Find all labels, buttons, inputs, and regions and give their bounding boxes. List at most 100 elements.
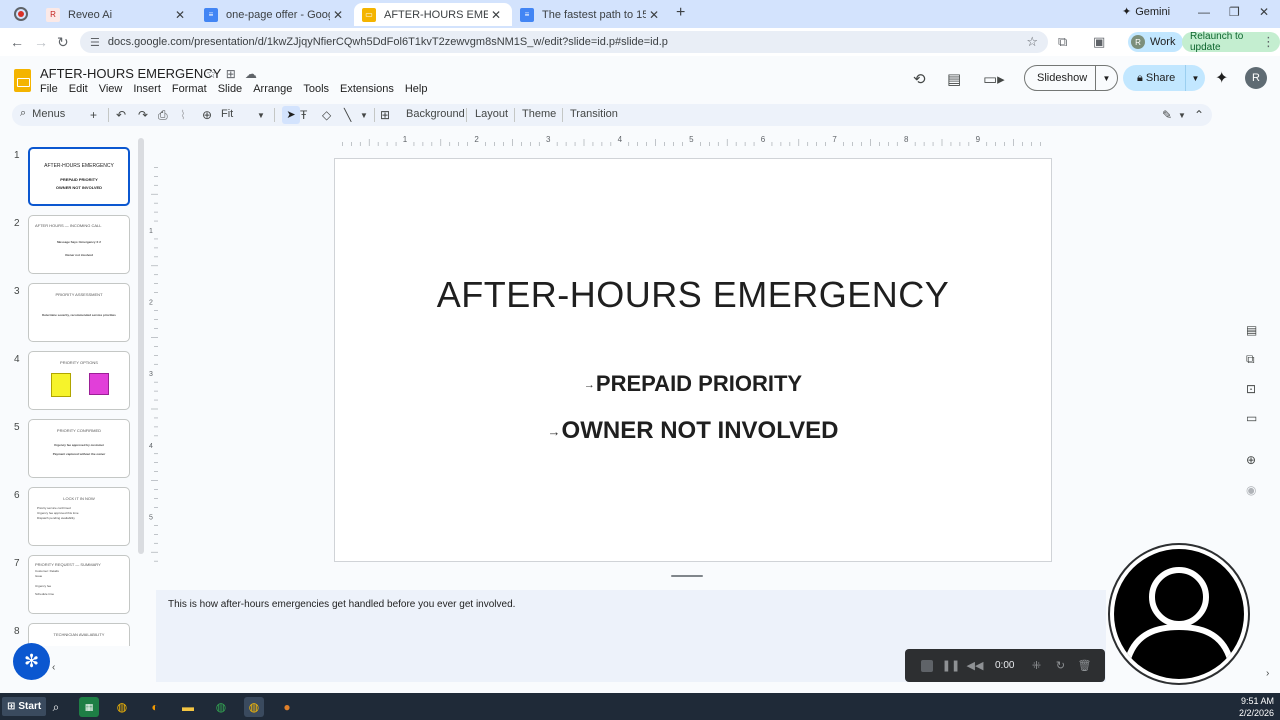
site-info-icon[interactable]: ☰ [90, 36, 100, 49]
star-icon[interactable]: ☆ [206, 67, 217, 81]
slideshow-dropdown-icon[interactable]: ▼ [1095, 66, 1117, 90]
webcam-bubble[interactable] [1108, 543, 1250, 685]
collapse-filmstrip-icon[interactable]: ‹ [52, 662, 55, 673]
close-window-icon[interactable]: ✕ [1259, 5, 1269, 19]
slide-thumbnail-4[interactable]: PRIORITY OPTIONS [28, 351, 130, 410]
zoom-select[interactable]: Fit [221, 108, 233, 120]
rewind-icon[interactable]: ◀◀ [963, 659, 987, 672]
new-tab-button[interactable]: + [676, 4, 685, 22]
search-icon[interactable]: ⌕ [46, 697, 66, 717]
text-box-icon[interactable]: Ŧ [300, 108, 307, 122]
tab-one-page-offer[interactable]: ≡ one-page offer - Google Docs ✕ [196, 3, 354, 26]
zoom-icon[interactable]: ⊕ [202, 108, 212, 122]
paint-format-icon[interactable]: ⌇ [180, 108, 186, 122]
restart-icon[interactable]: ↻ [1048, 659, 1072, 672]
theme-button[interactable]: Theme [522, 108, 556, 120]
layout-button[interactable]: Layout [475, 108, 508, 120]
firefox-app-icon[interactable]: ◐ [145, 697, 165, 717]
tab-after-hours-emergency[interactable]: ▭ AFTER-HOURS EMERGENCY - G ✕ [354, 3, 512, 26]
mode-dropdown-icon[interactable]: ▼ [1178, 111, 1186, 120]
menu-edit[interactable]: Edit [69, 83, 88, 95]
bookmark-star-icon[interactable]: ☆ [1026, 34, 1038, 50]
slide-thumbnail-6[interactable]: LOCK IT IN NOW Priority service confirme… [28, 487, 130, 546]
line-icon[interactable]: ╲ [344, 108, 351, 122]
menu-arrange[interactable]: Arrange [253, 83, 292, 95]
undo-icon[interactable]: ↶ [116, 108, 126, 122]
profile-work-button[interactable]: R Work [1128, 32, 1184, 52]
menu-view[interactable]: View [99, 83, 123, 95]
meet-camera-icon[interactable]: ▭▸ [983, 70, 1005, 88]
recorder-app-icon[interactable]: ● [277, 697, 297, 717]
extensions-icon[interactable]: ⧉ [1058, 34, 1067, 50]
chrome-active-app-icon[interactable]: ◍ [244, 697, 264, 717]
slide-thumbnail-7[interactable]: PRIORITY REQUEST — SUMMARY Customer: Det… [28, 555, 130, 614]
contacts-icon[interactable]: ⊡ [1246, 382, 1256, 396]
account-avatar[interactable]: R [1245, 67, 1267, 89]
menu-slide[interactable]: Slide [218, 83, 242, 95]
line-dropdown-icon[interactable]: ▼ [360, 111, 368, 120]
gemini-button[interactable]: ✦ Gemini [1122, 5, 1170, 19]
document-title[interactable]: AFTER-HOURS EMERGENCY [40, 66, 221, 81]
zoom-dropdown-icon[interactable]: ▼ [257, 111, 265, 120]
close-tab-icon[interactable]: ✕ [172, 8, 188, 22]
tab-fastest-path[interactable]: ≡ The fastest path to 15 deals in ✕ [512, 3, 670, 26]
image-shape-icon[interactable]: ◇ [322, 108, 331, 122]
notes-resize-handle[interactable] [671, 575, 703, 577]
select-cursor-icon[interactable]: ➤ [282, 106, 300, 124]
gemini-sidebar-icon[interactable]: ✦ [1215, 68, 1228, 88]
current-slide[interactable]: AFTER-HOURS EMERGENCY →PREPAID PRIORITY … [334, 158, 1052, 562]
chrome-app-icon[interactable]: ◍ [112, 697, 132, 717]
share-dropdown-icon[interactable]: ▼ [1185, 65, 1205, 91]
slide-thumbnail-3[interactable]: PRIORITY ASSESSMENT Determine severity, … [28, 283, 130, 342]
system-clock[interactable]: 9:51 AM 2/2/2026 [1239, 695, 1274, 719]
menu-format[interactable]: Format [172, 83, 207, 95]
drive-folder-icon[interactable]: ▭ [1246, 411, 1257, 425]
pause-icon[interactable]: ❚❚ [939, 659, 963, 672]
reload-icon[interactable]: ↻ [57, 34, 69, 51]
restore-window-icon[interactable]: ❐ [1229, 5, 1240, 19]
close-tab-icon[interactable]: ✕ [330, 8, 346, 22]
background-button[interactable]: Background [406, 108, 465, 120]
slide-title[interactable]: AFTER-HOURS EMERGENCY [335, 274, 1051, 316]
menu-insert[interactable]: Insert [133, 83, 161, 95]
speaker-notes-text[interactable]: This is how after-hours emergencies get … [168, 599, 515, 610]
menu-file[interactable]: File [40, 83, 58, 95]
search-menus-button[interactable]: ⌕ Menus [20, 107, 65, 120]
bullet-prepaid-priority[interactable]: →PREPAID PRIORITY [335, 371, 1051, 397]
delete-icon[interactable]: 🗑︎ [1072, 659, 1096, 672]
collapse-toolbar-icon[interactable]: ⌃ [1194, 108, 1204, 122]
share-button[interactable]: 🔒︎ Share ▼ [1123, 65, 1205, 91]
sheets-app-icon[interactable]: ▦ [79, 697, 99, 717]
circle-addon-icon[interactable]: ◉ [1246, 483, 1256, 497]
slide-thumbnail-5[interactable]: PRIORITY CONFIRMED Urgency fee approved … [28, 419, 130, 478]
menu-extensions[interactable]: Extensions [340, 83, 394, 95]
minimize-window-icon[interactable]: — [1198, 5, 1210, 19]
comments-icon[interactable]: ▤ [947, 70, 961, 88]
accessibility-fab-button[interactable]: ✻ [13, 643, 50, 680]
file-explorer-icon[interactable]: ▬ [178, 697, 198, 717]
move-folder-icon[interactable]: ⊞ [226, 67, 236, 81]
close-tab-icon[interactable]: ✕ [646, 8, 662, 22]
tab-reveo-ai[interactable]: R Reveo Ai ✕ [38, 3, 196, 26]
menu-tools[interactable]: Tools [303, 83, 329, 95]
expand-side-panel-icon[interactable]: › [1266, 668, 1269, 679]
slides-logo-icon[interactable] [14, 69, 31, 92]
new-slide-icon[interactable]: + [90, 108, 97, 122]
tab-search-icon[interactable]: ▣ [1093, 34, 1105, 50]
cloud-saved-icon[interactable]: ☁ [245, 67, 257, 81]
close-tab-icon[interactable]: ✕ [488, 8, 504, 22]
print-icon[interactable]: ⎙ [158, 108, 168, 123]
transition-button[interactable]: Transition [570, 108, 618, 120]
redo-icon[interactable]: ↷ [138, 108, 148, 122]
browser-menu-icon[interactable]: ⋮ [1262, 34, 1275, 50]
start-button[interactable]: ⊞ Start [2, 697, 47, 716]
slideshow-button[interactable]: Slideshow ▼ [1024, 65, 1118, 91]
menu-help[interactable]: Help [405, 83, 428, 95]
slide-thumbnail-2[interactable]: AFTER HOURS — INCOMING CALL Message Says… [28, 215, 130, 274]
bullet-owner-not-involved[interactable]: →OWNER NOT INVOLVED [335, 417, 1051, 445]
url-bar[interactable]: ☰ docs.google.com/presentation/d/1kwZJjq… [80, 31, 1048, 53]
slide-thumbnail-1[interactable]: AFTER-HOURS EMERGENCY PREPAID PRIORITY O… [28, 147, 130, 206]
get-addons-icon[interactable]: ⊕ [1246, 453, 1256, 467]
tasks-icon[interactable]: ⧉ [1246, 352, 1255, 367]
forward-icon[interactable]: → [34, 34, 48, 50]
